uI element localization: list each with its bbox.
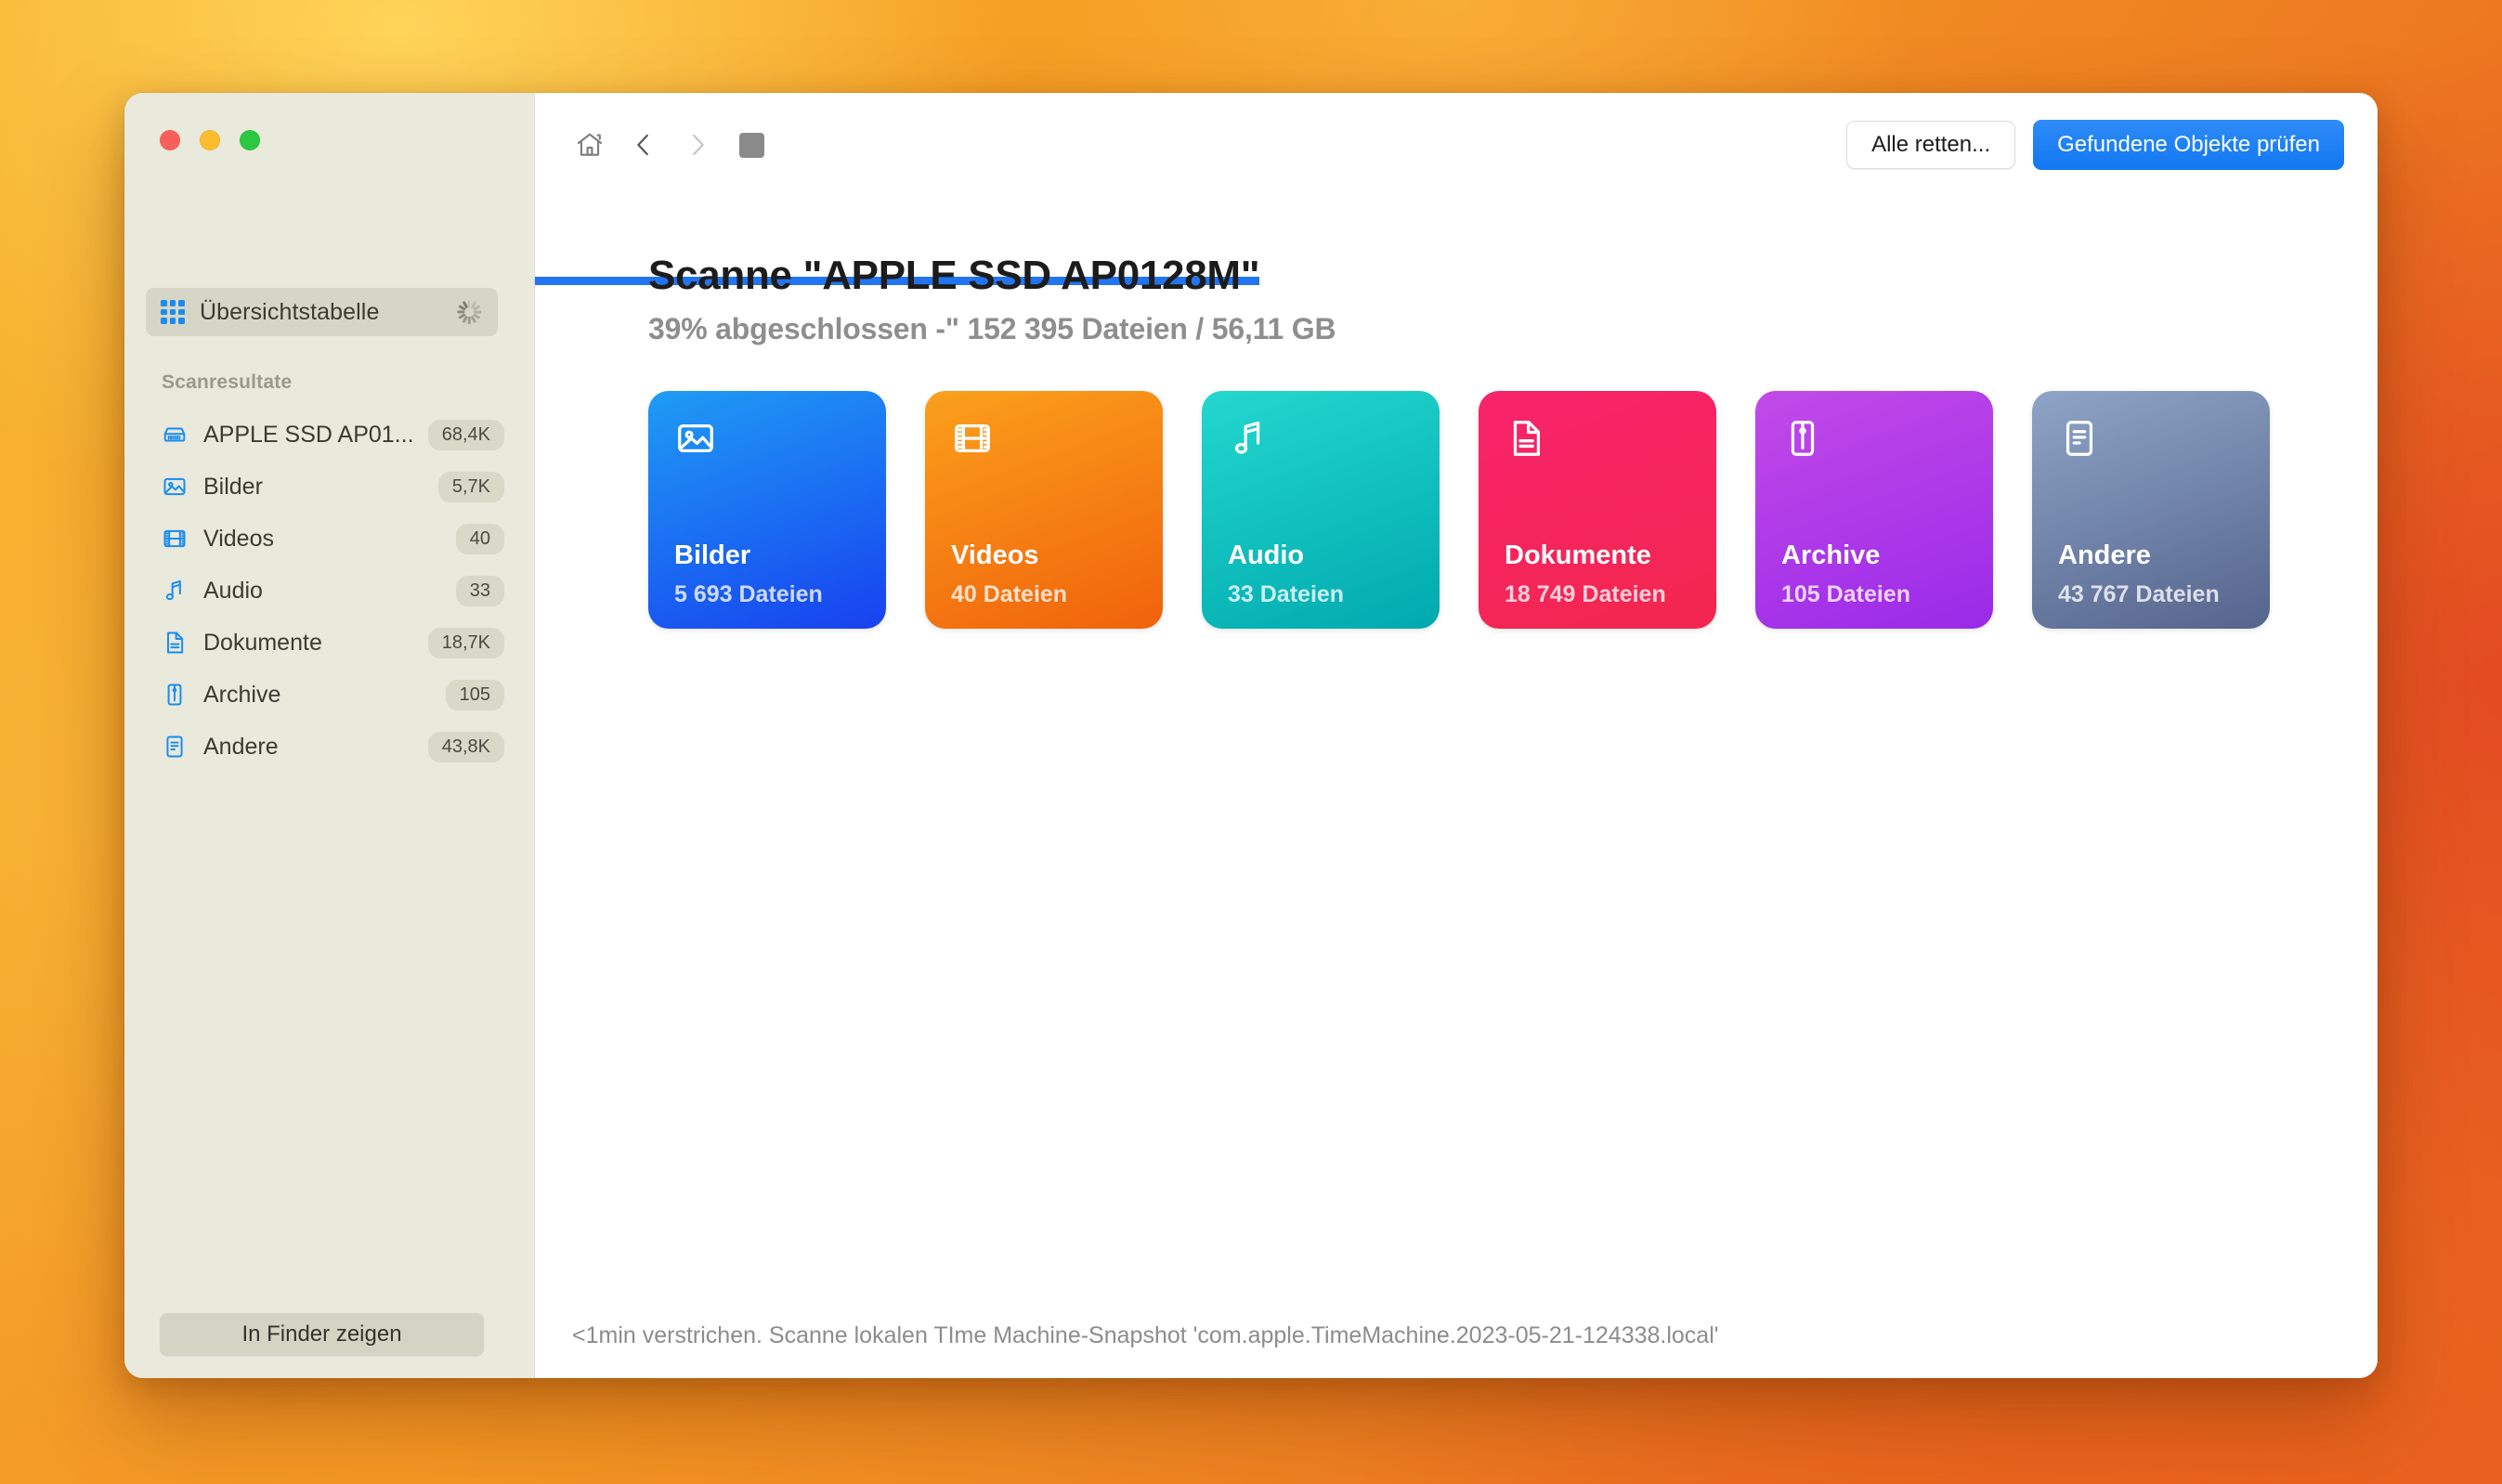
category-card-title: Andere	[2058, 540, 2151, 570]
sidebar-section-heading: Scanresultate	[162, 371, 293, 393]
category-cards: Bilder 5 693 Dateien Videos 40 Dateien Audio…	[648, 391, 2378, 629]
sidebar-item-videos[interactable]: Videos 40	[146, 513, 514, 565]
category-card-filecount: 18 749 Dateien	[1505, 581, 1666, 607]
sidebar-item-label: Archive	[203, 681, 281, 708]
sidebar-item-archive[interactable]: Archive 105	[146, 669, 514, 721]
grid-icon	[161, 300, 185, 324]
category-card-archive[interactable]: Archive 105 Dateien	[1755, 391, 1993, 629]
show-in-finder-button[interactable]: In Finder zeigen	[160, 1313, 484, 1356]
page-title: Scanne "APPLE SSD AP0128M"	[648, 253, 1260, 298]
rescue-all-button[interactable]: Alle retten...	[1846, 121, 2016, 169]
toolbar: Alle retten... Gefundene Objekte prüfen	[535, 93, 2378, 197]
close-button[interactable]	[160, 130, 180, 150]
sidebar-item-badge: 18,7K	[427, 627, 504, 658]
category-card-videos[interactable]: Videos 40 Dateien	[925, 391, 1163, 629]
category-card-filecount: 43 767 Dateien	[2058, 581, 2220, 607]
category-card-audio[interactable]: Audio 33 Dateien	[1202, 391, 1440, 629]
loading-spinner-icon	[455, 298, 483, 326]
sidebar-item-label: APPLE SSD AP01...	[203, 421, 414, 448]
note-icon	[161, 733, 189, 761]
note-icon	[2058, 417, 2101, 460]
sidebar-item-dokumente[interactable]: Dokumente 18,7K	[146, 617, 514, 669]
sidebar-item-label: Dokumente	[203, 629, 322, 656]
sidebar-item-badge: 68,4K	[427, 419, 504, 450]
category-card-andere[interactable]: Andere 43 767 Dateien	[2032, 391, 2270, 629]
film-icon	[161, 525, 189, 553]
sidebar-item-badge: 5,7K	[437, 471, 504, 502]
window-controls	[160, 130, 260, 150]
scan-status-subtitle: 39% abgeschlossen -" 152 395 Dateien / 5…	[648, 312, 1336, 345]
sidebar-item-label: Bilder	[203, 473, 263, 500]
category-card-title: Dokumente	[1505, 540, 1651, 570]
category-card-filecount: 105 Dateien	[1781, 581, 1910, 607]
document-icon	[1505, 417, 1547, 460]
sidebar-item-badge: 33	[455, 575, 504, 606]
sidebar-item-overview-label: Übersichtstabelle	[200, 298, 380, 325]
category-card-filecount: 33 Dateien	[1228, 581, 1345, 607]
status-text: <1min verstrichen. Scanne lokalen TIme M…	[572, 1321, 1719, 1348]
sidebar-item-apple-ssd-ap01[interactable]: APPLE SSD AP01... 68,4K	[146, 409, 514, 461]
sidebar-item-label: Videos	[203, 525, 274, 552]
app-window: Übersichtstabelle Scanresultate APPLE SS…	[124, 93, 2378, 1378]
category-card-filecount: 5 693 Dateien	[674, 581, 823, 607]
zip-icon	[161, 681, 189, 709]
sidebar-item-badge: 105	[445, 679, 504, 710]
category-card-title: Videos	[951, 540, 1039, 570]
check-found-objects-button[interactable]: Gefundene Objekte prüfen	[2033, 120, 2344, 170]
toolbar-actions: Alle retten... Gefundene Objekte prüfen	[1846, 120, 2344, 170]
sidebar-item-andere[interactable]: Andere 43,8K	[146, 721, 514, 773]
zip-icon	[1781, 417, 1824, 460]
category-card-title: Archive	[1781, 540, 1881, 570]
category-card-bilder[interactable]: Bilder 5 693 Dateien	[648, 391, 886, 629]
sidebar-item-bilder[interactable]: Bilder 5,7K	[146, 461, 514, 513]
sidebar-item-audio[interactable]: Audio 33	[146, 565, 514, 617]
minimize-button[interactable]	[200, 130, 220, 150]
harddisk-icon	[161, 421, 189, 449]
chevron-right-icon	[671, 118, 724, 172]
sidebar-item-badge: 40	[455, 523, 504, 554]
category-card-title: Bilder	[674, 540, 751, 570]
main-panel: Scanne "APPLE SSD AP0128M" 39% abgeschlo…	[535, 197, 2378, 1378]
photo-icon	[161, 473, 189, 501]
statusbar: <1min verstrichen. Scanne lokalen TIme M…	[535, 1293, 2378, 1378]
music-note-icon	[161, 577, 189, 605]
category-card-filecount: 40 Dateien	[951, 581, 1068, 607]
sidebar-list: APPLE SSD AP01... 68,4K Bilder 5,7K Videos 40…	[146, 409, 514, 773]
zoom-button[interactable]	[240, 130, 260, 150]
sidebar-item-label: Audio	[203, 577, 263, 604]
sidebar: Übersichtstabelle Scanresultate APPLE SS…	[124, 93, 535, 1378]
stop-square-icon[interactable]	[724, 118, 778, 172]
sidebar-item-overview[interactable]: Übersichtstabelle	[146, 288, 498, 336]
document-icon	[161, 629, 189, 657]
sidebar-item-label: Andere	[203, 733, 279, 760]
photo-icon	[674, 417, 717, 460]
category-card-title: Audio	[1228, 540, 1305, 570]
film-icon	[951, 417, 994, 460]
content-area: Alle retten... Gefundene Objekte prüfen …	[535, 93, 2378, 1378]
chevron-left-icon[interactable]	[617, 118, 671, 172]
home-icon[interactable]	[563, 118, 617, 172]
music-note-icon	[1228, 417, 1271, 460]
sidebar-item-badge: 43,8K	[427, 731, 504, 762]
category-card-dokumente[interactable]: Dokumente 18 749 Dateien	[1479, 391, 1716, 629]
